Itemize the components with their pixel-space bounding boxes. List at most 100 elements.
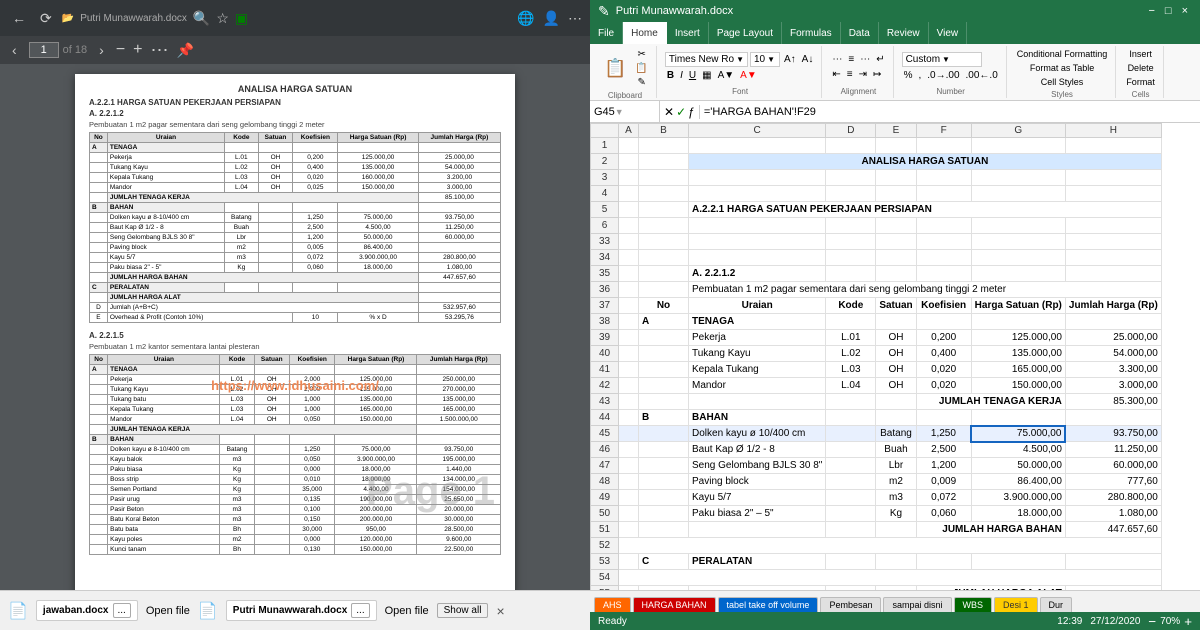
cell-b5[interactable] (639, 202, 689, 218)
pdf-refresh-btn[interactable]: ⟳ (36, 8, 56, 29)
cell-b43[interactable] (639, 394, 689, 410)
cell-a50[interactable] (619, 506, 639, 522)
formula-confirm-btn[interactable]: ✓ (676, 105, 686, 119)
cell-b45[interactable] (639, 426, 689, 442)
cell-f34[interactable] (916, 250, 971, 266)
sheet-tab-ahs[interactable]: AHS (594, 597, 631, 612)
merge-btn[interactable]: ↦ (871, 68, 883, 81)
cell-h49[interactable]: 280.800,00 (1065, 490, 1161, 506)
col-header-f[interactable]: F (916, 124, 971, 138)
cell-e45[interactable]: Batang (876, 426, 916, 442)
pdf-zoom-out[interactable]: − (116, 41, 125, 59)
file1-link[interactable]: Open file (146, 605, 190, 617)
percent-btn[interactable]: % (902, 69, 915, 82)
cell-f38[interactable] (916, 314, 971, 330)
formula-insert-fn-btn[interactable]: ƒ (688, 105, 695, 119)
underline-btn[interactable]: U (687, 69, 698, 82)
cell-b49[interactable] (639, 490, 689, 506)
cell-g38[interactable] (971, 314, 1065, 330)
cell-d6[interactable] (826, 218, 876, 234)
cell-d48[interactable] (826, 474, 876, 490)
cell-d46[interactable] (826, 442, 876, 458)
cell-h1[interactable] (1065, 138, 1161, 154)
cell-h47[interactable]: 60.000,00 (1065, 458, 1161, 474)
cell-a41[interactable] (619, 362, 639, 378)
cell-b33[interactable] (639, 234, 689, 250)
cell-a38[interactable] (619, 314, 639, 330)
cell-h33[interactable] (1065, 234, 1161, 250)
cell-b38[interactable]: A (639, 314, 689, 330)
cell-h35[interactable] (1065, 266, 1161, 282)
cell-e41[interactable]: OH (876, 362, 916, 378)
pdf-search-icon[interactable]: 🔍 (193, 10, 210, 27)
cell-g48[interactable]: 86.400,00 (971, 474, 1065, 490)
cell-a3[interactable] (619, 170, 639, 186)
cell-a43[interactable] (619, 394, 639, 410)
cell-a5[interactable] (619, 202, 639, 218)
italic-btn[interactable]: I (678, 69, 685, 82)
cell-e47[interactable]: Lbr (876, 458, 916, 474)
col-header-h[interactable]: H (1065, 124, 1161, 138)
cell-c1[interactable] (689, 138, 826, 154)
cell-g46[interactable]: 4.500,00 (971, 442, 1065, 458)
cell-a34[interactable] (619, 250, 639, 266)
cell-e48[interactable]: m2 (876, 474, 916, 490)
cell-a40[interactable] (619, 346, 639, 362)
cell-f46[interactable]: 2,500 (916, 442, 971, 458)
insert-cells-btn[interactable]: Insert (1124, 48, 1157, 60)
cell-b47[interactable] (639, 458, 689, 474)
cell-g49[interactable]: 3.900.000,00 (971, 490, 1065, 506)
cell-f37[interactable]: Koefisien (916, 298, 971, 314)
cell-d34[interactable] (826, 250, 876, 266)
cell-c47[interactable]: Seng Gelombang BJLS 30 8" (689, 458, 826, 474)
cell-b36[interactable] (639, 282, 689, 298)
pdf-page-input[interactable] (29, 42, 59, 58)
tab-insert[interactable]: Insert (667, 22, 709, 44)
cell-d44[interactable] (826, 410, 876, 426)
cell-h6[interactable] (1065, 218, 1161, 234)
cell-f47[interactable]: 1,200 (916, 458, 971, 474)
cell-e44[interactable] (876, 410, 916, 426)
cell-b44[interactable]: B (639, 410, 689, 426)
pdf-more-icon[interactable]: ⋯ (568, 10, 582, 27)
cell-ref[interactable]: G45 (594, 106, 615, 118)
col-header-e[interactable]: E (876, 124, 916, 138)
cell-e42[interactable]: OH (876, 378, 916, 394)
cell-bahan-total-label[interactable]: JUMLAH HARGA BAHAN (916, 522, 1065, 538)
col-header-c[interactable]: C (689, 124, 826, 138)
cell-h41[interactable]: 3.300,00 (1065, 362, 1161, 378)
cell-d35[interactable] (826, 266, 876, 282)
cell-a39[interactable] (619, 330, 639, 346)
cell-b46[interactable] (639, 442, 689, 458)
paste-btn[interactable]: 📋 (600, 56, 630, 81)
cell-b53[interactable]: C (639, 554, 689, 570)
cell-h39[interactable]: 25.000,00 (1065, 330, 1161, 346)
cell-h3[interactable] (1065, 170, 1161, 186)
sheet-tab-pembesan[interactable]: Pembesan (820, 597, 881, 612)
cell-e39[interactable]: OH (876, 330, 916, 346)
cell-a48[interactable] (619, 474, 639, 490)
cell-f41[interactable]: 0,020 (916, 362, 971, 378)
cell-b41[interactable] (639, 362, 689, 378)
cell-desc36[interactable]: Pembuatan 1 m2 pagar sementara dari seng… (689, 282, 1162, 298)
pdf-user-icon[interactable]: 👤 (543, 10, 560, 27)
sheet-tab-dur[interactable]: Dur (1040, 597, 1073, 612)
cell-e49[interactable]: m3 (876, 490, 916, 506)
cell-g37[interactable]: Harga Satuan (Rp) (971, 298, 1065, 314)
cell-f39[interactable]: 0,200 (916, 330, 971, 346)
cell-h45[interactable]: 93.750,00 (1065, 426, 1161, 442)
cell-b2[interactable] (639, 154, 689, 170)
cell-a36[interactable] (619, 282, 639, 298)
cell-a47[interactable] (619, 458, 639, 474)
cell-b51[interactable] (639, 522, 689, 538)
cell-e1[interactable] (876, 138, 916, 154)
cell-styles-btn[interactable]: Cell Styles (1015, 76, 1110, 88)
cell-c43[interactable] (689, 394, 826, 410)
delete-cells-btn[interactable]: Delete (1124, 62, 1157, 74)
cell-f6[interactable] (916, 218, 971, 234)
cell-h40[interactable]: 54.000,00 (1065, 346, 1161, 362)
cell-f1[interactable] (916, 138, 971, 154)
pdf-options-btn[interactable]: ⋯ (151, 40, 169, 61)
cell-tenaga-total-label[interactable]: JUMLAH TENAGA KERJA (916, 394, 1065, 410)
cell-g3[interactable] (971, 170, 1065, 186)
